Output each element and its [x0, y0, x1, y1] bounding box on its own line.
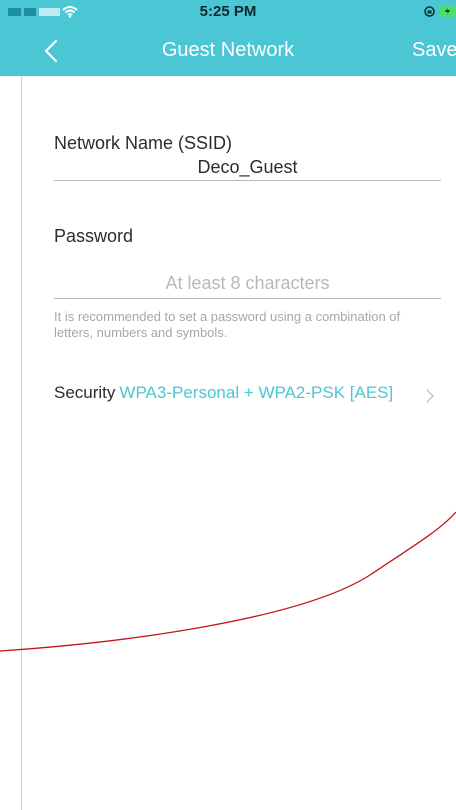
network-name-underline — [54, 180, 441, 181]
left-border-line — [21, 0, 22, 810]
network-name-input[interactable] — [54, 154, 441, 180]
network-name-label: Network Name (SSID) — [54, 133, 233, 153]
status-time: 5:25 PM — [199, 3, 257, 20]
navigation-bar: Guest Network Save — [0, 28, 456, 74]
battery-charging-icon — [440, 5, 456, 17]
security-value: WPA3-Personal + WPA2-PSK [AES] — [119, 383, 394, 402]
password-hint: It is recommended to set a password usin… — [54, 309, 401, 340]
security-label: Security — [54, 383, 116, 402]
password-underline — [54, 298, 441, 299]
status-bar: 5:25 PM — [0, 0, 456, 24]
rotation-lock-icon — [424, 6, 435, 17]
guest-network-screen: 5:25 PM Guest Network Save Network Name … — [0, 0, 456, 810]
header-bar: 5:25 PM Guest Network Save — [0, 0, 456, 76]
save-button[interactable]: Save — [412, 39, 456, 62]
page-title: Guest Network — [161, 39, 295, 61]
chevron-right-icon — [426, 389, 434, 403]
password-label: Password — [54, 226, 134, 246]
password-input[interactable] — [54, 270, 441, 296]
security-row[interactable]: Security WPA3-Personal + WPA2-PSK [AES] — [54, 383, 446, 409]
